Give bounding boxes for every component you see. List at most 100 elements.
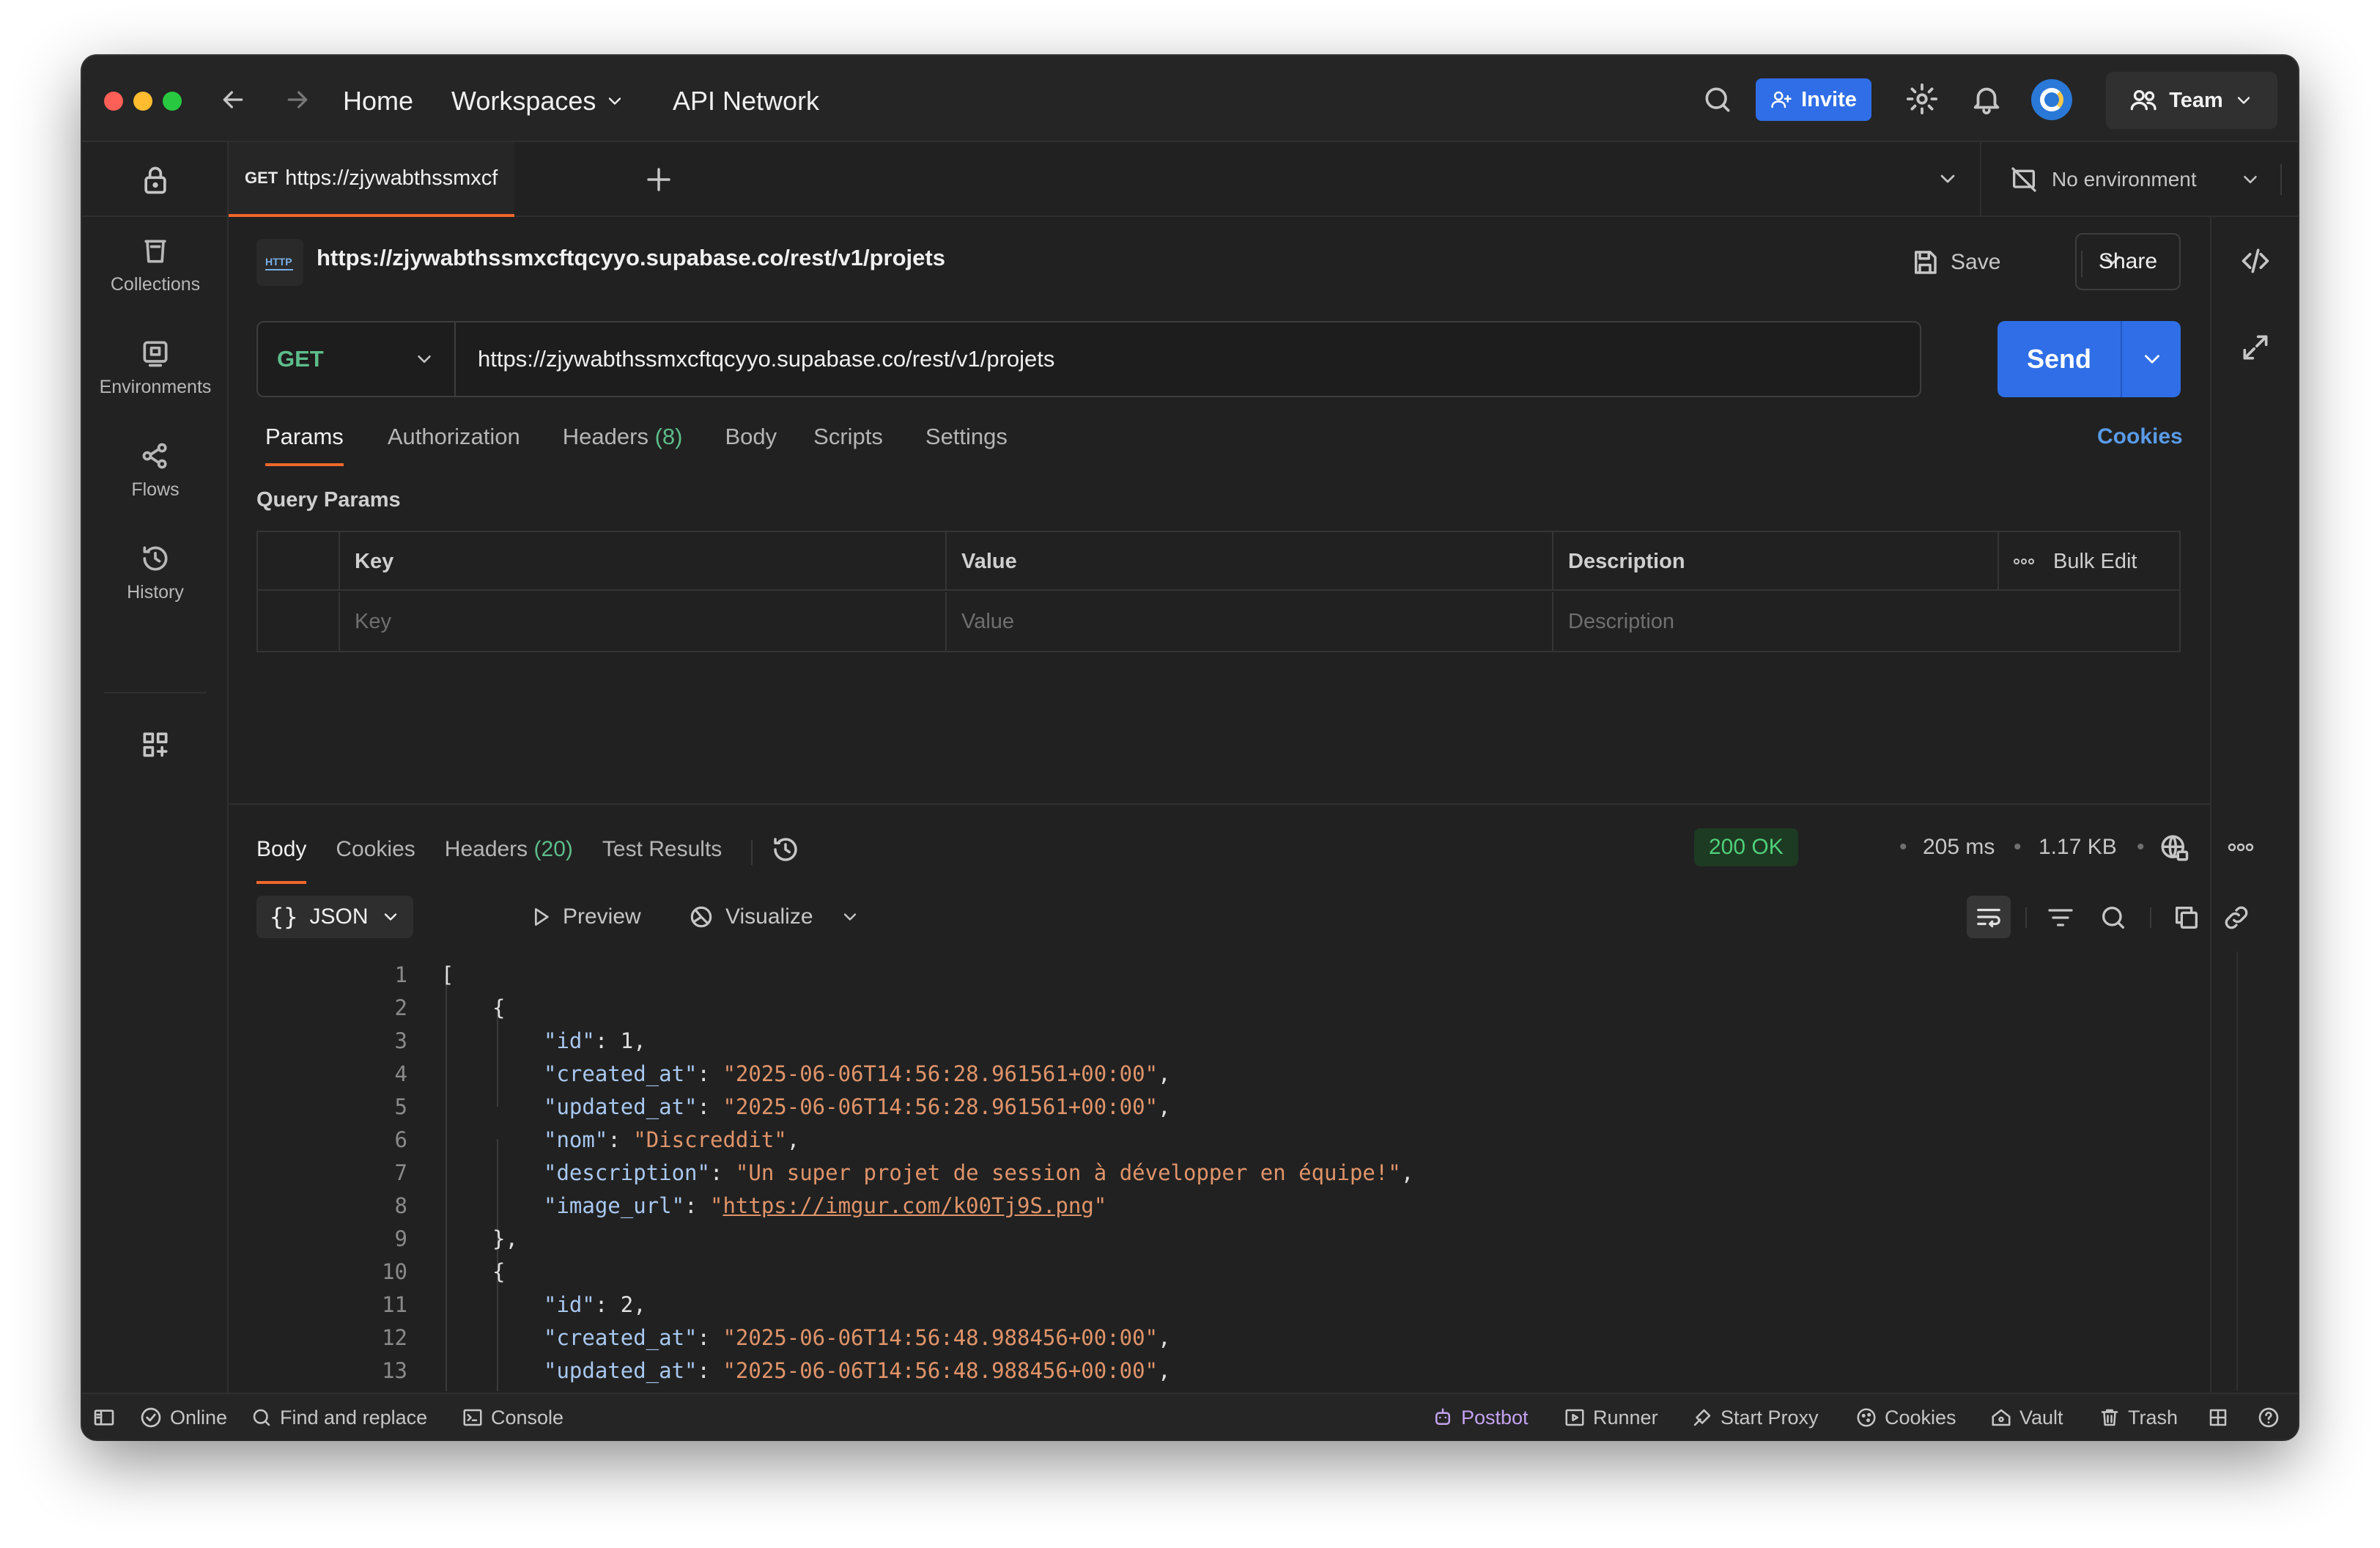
tab-params[interactable]: Params (265, 415, 344, 466)
help-icon[interactable] (2257, 1394, 2280, 1440)
left-sidebar: Collections Environments Flows History (82, 142, 229, 1393)
sidebar-item-flows[interactable]: Flows (82, 440, 229, 501)
cookies-status-button[interactable]: Cookies (1855, 1394, 1956, 1440)
response-history-icon[interactable] (770, 834, 801, 884)
forward-arrow-icon[interactable] (283, 85, 312, 114)
network-info-globe-icon[interactable] (2159, 833, 2189, 863)
url-input[interactable]: https://zjywabthssmxcftqcyyo.supabase.co… (478, 322, 1870, 396)
team-button[interactable]: Team (2106, 72, 2277, 129)
add-widgets-icon[interactable] (139, 729, 171, 761)
runner-button[interactable]: Runner (1564, 1394, 1658, 1440)
cookies-link[interactable]: Cookies (2097, 415, 2183, 459)
team-label: Team (2169, 88, 2223, 112)
wrap-lines-icon[interactable] (1967, 896, 2011, 938)
line-number: 11 (382, 1292, 407, 1317)
lock-icon[interactable] (139, 164, 171, 196)
chevron-down-icon (2233, 90, 2254, 111)
related-collections-icon[interactable] (2239, 331, 2272, 364)
request-title[interactable]: https://zjywabthssmxcftqcyyo.supabase.co… (317, 245, 945, 271)
tab-headers[interactable]: Headers (8) (563, 415, 683, 472)
sidebar-item-history[interactable]: History (82, 542, 229, 603)
code-line: "nom": "Les Posts", (544, 1387, 787, 1391)
tab-settings[interactable]: Settings (925, 415, 1008, 472)
response-tab-headers[interactable]: Headers (20) (445, 837, 573, 884)
proxy-icon (1691, 1407, 1713, 1429)
share-button[interactable]: Share (2075, 233, 2181, 290)
preview-button[interactable]: Preview (529, 896, 641, 938)
copy-icon[interactable] (2172, 903, 2201, 932)
sidebar-item-collections[interactable]: Collections (82, 235, 229, 295)
line-number: 8 (394, 1193, 407, 1218)
code-line: "nom": "Discreddit", (544, 1124, 799, 1157)
json-braces-icon: {} (270, 903, 298, 931)
close-window-button[interactable] (104, 92, 123, 111)
status-badge[interactable]: 200 OK (1694, 828, 1798, 866)
chevron-down-icon[interactable] (840, 907, 860, 927)
save-button[interactable]: Save (1910, 239, 2000, 286)
notifications-bell-icon[interactable] (1970, 82, 2003, 116)
tabs-dropdown-chevron-icon[interactable] (1936, 167, 1959, 191)
maximize-window-button[interactable] (163, 92, 182, 111)
filter-icon[interactable] (2046, 903, 2075, 932)
new-tab-plus-icon[interactable] (643, 164, 674, 195)
search-response-icon[interactable] (2099, 903, 2128, 932)
code-snippet-icon[interactable] (2239, 245, 2272, 277)
param-value-input[interactable]: Value (947, 592, 1553, 651)
trash-button[interactable]: Trash (2099, 1394, 2178, 1440)
sidebar-item-environments[interactable]: Environments (82, 337, 229, 398)
nav-workspaces[interactable]: Workspaces (451, 84, 625, 119)
json-comma: , (1400, 1160, 1414, 1185)
response-tab-cookies[interactable]: Cookies (336, 837, 415, 884)
trash-icon (2099, 1407, 2121, 1429)
minimize-window-button[interactable] (133, 92, 152, 111)
response-format-select[interactable]: {} JSON (256, 896, 413, 938)
search-icon[interactable] (1701, 84, 1734, 116)
response-tab-test-results[interactable]: Test Results (602, 837, 722, 884)
param-key-input[interactable]: Key (340, 592, 947, 651)
environment-selector[interactable]: No environment (2009, 142, 2261, 217)
nav-home[interactable]: Home (343, 84, 413, 119)
request-tab[interactable]: GET https://zjywabthssmxcf (229, 142, 514, 217)
method-select[interactable]: GET (258, 322, 456, 396)
nav-api-network[interactable]: API Network (673, 84, 819, 119)
settings-gear-icon[interactable] (1905, 82, 1939, 116)
response-size[interactable]: 1.17 KB (2039, 828, 2117, 866)
postbot-icon (1432, 1407, 1454, 1429)
postbot-button[interactable]: Postbot (1432, 1394, 1529, 1440)
back-arrow-icon[interactable] (218, 85, 248, 114)
send-button[interactable]: Send (1998, 321, 2181, 397)
link-icon[interactable] (2222, 903, 2251, 932)
json-link[interactable]: https://imgur.com/k00Tj9S.png (722, 1193, 1093, 1218)
chevron-down-icon (413, 348, 435, 370)
invite-button[interactable]: Invite (1756, 78, 1871, 121)
bulk-edit-button[interactable]: Bulk Edit (1999, 532, 2179, 591)
svg-text:HTTP: HTTP (265, 256, 292, 268)
send-options-chevron-icon[interactable] (2140, 347, 2165, 372)
response-more-options-icon[interactable] (2228, 843, 2254, 852)
tab-body[interactable]: Body (725, 415, 777, 472)
json-key: "updated_at" (544, 1094, 698, 1119)
meta-separator: • (1899, 835, 1907, 859)
user-avatar[interactable] (2031, 79, 2072, 120)
tab-scripts[interactable]: Scripts (813, 415, 883, 472)
find-replace-button[interactable]: Find and replace (251, 1394, 427, 1440)
sidebar-divider (104, 692, 207, 693)
response-time[interactable]: 205 ms (1923, 828, 1995, 866)
toggle-sidebar-icon[interactable] (92, 1394, 116, 1440)
preview-label: Preview (563, 904, 641, 929)
console-button[interactable]: Console (462, 1394, 563, 1440)
json-comma: , (633, 1292, 646, 1317)
tab-authorization[interactable]: Authorization (388, 415, 520, 472)
format-label: JSON (309, 904, 369, 929)
vault-button[interactable]: Vault (1990, 1394, 2063, 1440)
param-description-input[interactable]: Description (1553, 592, 2179, 651)
indent-guide (446, 975, 447, 1391)
json-quote: " (1093, 1193, 1107, 1218)
scrollbar-track[interactable] (2236, 951, 2238, 1391)
layout-grid-icon[interactable] (2207, 1394, 2229, 1440)
online-status[interactable]: Online (139, 1394, 227, 1440)
visualize-button[interactable]: Visualize (687, 896, 860, 938)
start-proxy-button[interactable]: Start Proxy (1691, 1394, 1819, 1440)
response-tab-body[interactable]: Body (256, 837, 307, 884)
response-body-viewer[interactable]: 1 [2 {3 "id": 1, 4 "created_at": "2025-06-06T… (229, 959, 2163, 1391)
